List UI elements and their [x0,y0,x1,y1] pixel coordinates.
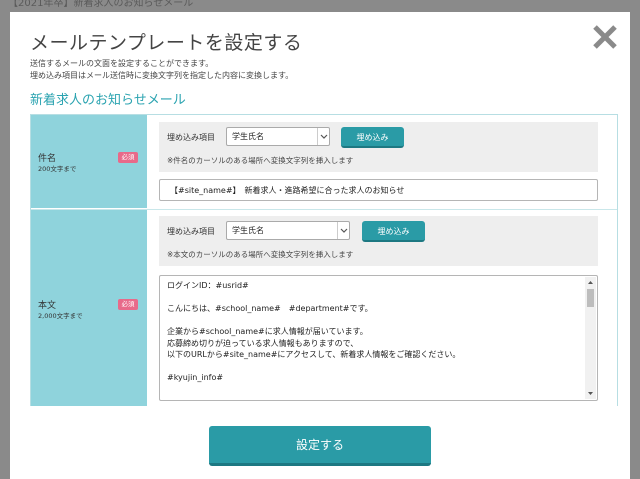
modal-description-2: 埋め込み項目はメール送信時に変換文字列を指定した内容に変換します。 [30,71,294,80]
body-content-cell: 埋め込み項目 学生氏名 埋め込み ※本文のカーソルのある場所へ変換文字列を挿入し… [147,210,617,406]
subject-embed-button[interactable]: 埋め込み [341,127,404,148]
body-line: 企業から#school_name#に求人情報が届いています。 [167,327,368,336]
body-line: #kyujin_info# [167,373,224,382]
body-line: 以下のURLから#site_name#にアクセスして、新着求人情報をご確認くださ… [167,350,461,359]
subject-embed-panel: 埋め込み項目 学生氏名 埋め込み ※件名のカーソルのある場所へ変換文字列を挿入し… [159,122,598,172]
subject-row: 件名 200文字まで 必須 埋め込み項目 学生氏名 埋め込み ※件名のカーソルの… [31,115,617,208]
embed-label: 埋め込み項目 [167,227,215,236]
scroll-thumb[interactable] [587,289,594,307]
chevron-down-icon [317,128,329,145]
select-value: 学生氏名 [232,132,264,141]
modal-title: メールテンプレートを設定する [30,32,303,54]
close-x-icon [593,25,617,49]
body-line [167,361,583,373]
required-badge: 必須 [118,152,138,163]
body-embed-panel: 埋め込み項目 学生氏名 埋め込み ※本文のカーソルのある場所へ変換文字列を挿入し… [159,216,598,266]
body-scrollbar[interactable] [585,277,596,399]
template-modal: メールテンプレートを設定する 送信するメールの文面を設定することができます。 埋… [10,12,630,479]
body-embed-select[interactable]: 学生氏名 [226,221,350,240]
subject-content-cell: 埋め込み項目 学生氏名 埋め込み ※件名のカーソルのある場所へ変換文字列を挿入し… [147,115,617,208]
close-button[interactable] [590,22,620,52]
embed-note: ※件名のカーソルのある場所へ変換文字列を挿入します [167,156,354,165]
body-row: 本文 2,000文字まで 必須 埋め込み項目 学生氏名 埋め込み ※本文のカーソ… [31,209,617,406]
body-line: 応募締め切りが迫っている求人情報もありますので、 [167,338,359,348]
section-title: 新着求人のお知らせメール [30,93,186,108]
required-badge: 必須 [118,299,138,310]
body-line: こんにちは、#school_name# #department#です。 [167,304,373,313]
modal-description-1: 送信するメールの文面を設定することができます。 [30,59,214,68]
body-limit: 2,000文字まで [38,312,83,320]
subject-value: 【#site_name#】 新着求人・進路希望に合った求人のお知らせ [170,186,405,195]
body-line [167,292,583,304]
scroll-down-arrow-icon[interactable] [585,388,596,399]
template-form: 件名 200文字まで 必須 埋め込み項目 学生氏名 埋め込み ※件名のカーソルの… [30,114,618,406]
backdrop-text: 【2021年卒】新着求人のお知らせメール [8,0,194,9]
embed-note: ※本文のカーソルのある場所へ変換文字列を挿入します [167,250,354,259]
subject-limit: 200文字まで [38,165,77,173]
subject-input[interactable]: 【#site_name#】 新着求人・進路希望に合った求人のお知らせ [159,179,598,201]
body-text: ログインID：#usrid# こんにちは、#school_name# #depa… [167,280,583,395]
subject-embed-select[interactable]: 学生氏名 [226,127,330,146]
select-value: 学生氏名 [232,226,264,235]
chevron-down-icon [337,222,349,239]
subject-label-cell: 件名 200文字まで 必須 [31,115,147,208]
submit-button[interactable]: 設定する [209,426,431,466]
body-line: ログインID：#usrid# [167,281,249,290]
body-label-cell: 本文 2,000文字まで 必須 [31,210,147,406]
body-textarea[interactable]: ログインID：#usrid# こんにちは、#school_name# #depa… [159,275,598,401]
body-line [167,384,583,396]
scroll-up-arrow-icon[interactable] [585,277,596,288]
backdrop-page: 【2021年卒】新着求人のお知らせメール [0,0,640,10]
body-embed-button[interactable]: 埋め込み [362,221,425,242]
embed-label: 埋め込み項目 [167,133,215,142]
body-line [167,315,583,327]
